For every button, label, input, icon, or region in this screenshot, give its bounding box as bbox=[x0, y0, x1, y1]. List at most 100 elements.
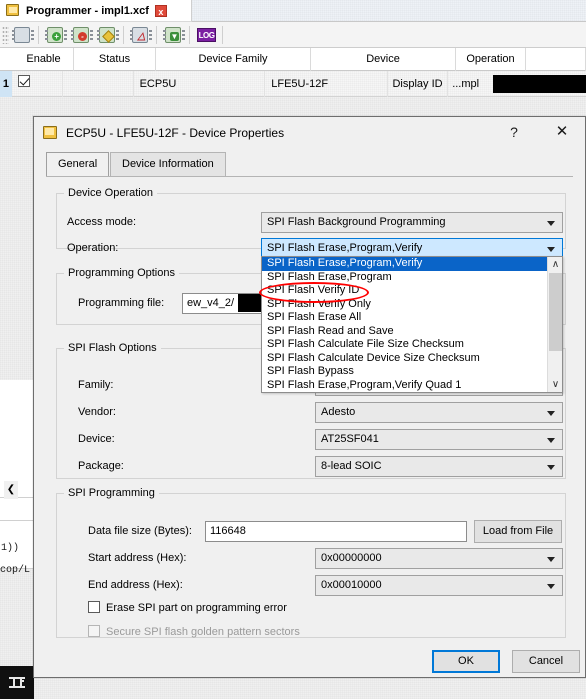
log-icon: LOG bbox=[197, 27, 216, 42]
start-address-combo[interactable]: 0x00000000 bbox=[315, 548, 563, 569]
scroll-up-icon[interactable]: ∧ bbox=[548, 257, 563, 272]
erase-on-error-row[interactable]: Erase SPI part on programming error bbox=[88, 601, 287, 614]
taskbar[interactable] bbox=[0, 666, 34, 699]
toolbar-separator bbox=[38, 25, 39, 44]
programmer-chip-icon bbox=[6, 3, 21, 18]
operation-label: Operation: bbox=[67, 242, 119, 254]
device-table-header: Enable Status Device Family Device Opera… bbox=[0, 47, 586, 71]
chip-download-icon: ▼ bbox=[163, 26, 181, 43]
edit-device-button[interactable] bbox=[95, 24, 119, 46]
dropdown-item-3[interactable]: SPI Flash Verify Only bbox=[262, 298, 562, 312]
toolbar-separator bbox=[123, 25, 124, 44]
col-header-device-family[interactable]: Device Family bbox=[156, 47, 311, 71]
device-properties-chip-icon bbox=[43, 125, 59, 141]
row-device-cell: LFE5U-12F bbox=[265, 70, 389, 97]
cancel-button[interactable]: Cancel bbox=[512, 650, 580, 673]
access-mode-combo[interactable]: SPI Flash Background Programming bbox=[261, 212, 563, 233]
enable-checkbox[interactable] bbox=[17, 74, 30, 87]
help-icon[interactable]: ? bbox=[495, 117, 533, 147]
dropdown-item-2[interactable]: SPI Flash Verify ID bbox=[262, 284, 562, 298]
tab-general[interactable]: General bbox=[46, 152, 110, 177]
chevron-down-icon bbox=[547, 247, 555, 252]
output-log-button[interactable]: LOG bbox=[194, 24, 218, 46]
dialog-titlebar[interactable]: ECP5U - LFE5U-12F - Device Properties ? … bbox=[34, 117, 585, 149]
erase-on-error-checkbox[interactable] bbox=[88, 601, 100, 613]
data-file-size-label: Data file size (Bytes): bbox=[88, 525, 192, 537]
bg-code-line-2: cop/L bbox=[0, 565, 31, 576]
close-icon[interactable]: ✕ bbox=[543, 117, 581, 147]
chip-remove-icon: - bbox=[71, 26, 89, 43]
spi-flash-options-group-label: SPI Flash Options bbox=[64, 342, 161, 354]
dropdown-item-4[interactable]: SPI Flash Erase All bbox=[262, 311, 562, 325]
chevron-down-icon bbox=[547, 557, 555, 562]
end-address-value: 0x00010000 bbox=[321, 579, 382, 591]
row-number: 1 bbox=[0, 70, 12, 97]
dropdown-item-5[interactable]: SPI Flash Read and Save bbox=[262, 325, 562, 339]
bg-source-panel bbox=[0, 498, 33, 568]
programmer-title-text: Programmer - impl1.xcf bbox=[26, 4, 149, 17]
chip-edit-icon bbox=[97, 26, 115, 43]
programmer-toolbar: + - △ ▼ LOG bbox=[0, 22, 586, 48]
erase-on-error-label: Erase SPI part on programming error bbox=[106, 602, 287, 614]
secure-golden-checkbox bbox=[88, 625, 100, 637]
data-file-size-input[interactable]: 116648 bbox=[205, 521, 467, 542]
chevron-down-icon bbox=[547, 221, 555, 226]
ok-button[interactable]: OK bbox=[432, 650, 500, 673]
device-label: Device: bbox=[78, 433, 115, 445]
device-combo[interactable]: AT25SF041 bbox=[315, 429, 563, 450]
load-from-file-button[interactable]: Load from File bbox=[474, 520, 562, 543]
device-properties-dialog: ECP5U - LFE5U-12F - Device Properties ? … bbox=[33, 116, 586, 678]
tabstrip-empty-area bbox=[192, 0, 586, 22]
vendor-combo[interactable]: Adesto bbox=[315, 402, 563, 423]
verify-device-button[interactable]: △ bbox=[128, 24, 152, 46]
dropdown-item-6[interactable]: SPI Flash Calculate File Size Checksum bbox=[262, 338, 562, 352]
toolbar-separator bbox=[156, 25, 157, 44]
row-number-header bbox=[0, 48, 14, 71]
secure-golden-label: Secure SPI flash golden pattern sectors bbox=[106, 626, 300, 638]
screen: Programmer - impl1.xcf x + - △ ▼ LOG Ena… bbox=[0, 0, 586, 699]
row-file-cell: ...mpl bbox=[452, 77, 480, 90]
toolbar-separator bbox=[222, 25, 223, 44]
dialog-tabstrip: General Device Information bbox=[46, 152, 573, 177]
package-combo[interactable]: 8-lead SOIC bbox=[315, 456, 563, 477]
spi-programming-group-label: SPI Programming bbox=[64, 487, 159, 499]
scroll-down-icon[interactable]: ∨ bbox=[548, 377, 563, 392]
chevron-down-icon bbox=[547, 584, 555, 589]
col-header-device[interactable]: Device bbox=[311, 47, 456, 71]
tab-device-information[interactable]: Device Information bbox=[110, 152, 226, 176]
dropdown-item-7[interactable]: SPI Flash Calculate Device Size Checksum bbox=[262, 352, 562, 366]
secure-golden-row: Secure SPI flash golden pattern sectors bbox=[88, 625, 300, 638]
row-status-cell bbox=[63, 70, 134, 97]
chevron-down-icon bbox=[547, 465, 555, 470]
programmer-document-tab[interactable]: Programmer - impl1.xcf x bbox=[0, 0, 192, 22]
toolbar-separator bbox=[189, 25, 190, 44]
toolbar-grip[interactable] bbox=[2, 25, 9, 44]
col-header-enable[interactable]: Enable bbox=[14, 47, 74, 71]
row-enable-cell[interactable] bbox=[12, 70, 64, 97]
vendor-label: Vendor: bbox=[78, 406, 116, 418]
close-icon[interactable]: x bbox=[154, 4, 167, 17]
dropdown-item-9[interactable]: SPI Flash Erase,Program,Verify Quad 1 bbox=[262, 379, 562, 393]
dropdown-item-0[interactable]: SPI Flash Erase,Program,Verify bbox=[262, 257, 562, 271]
col-header-file[interactable] bbox=[526, 47, 586, 71]
scan-device-button[interactable] bbox=[10, 24, 34, 46]
dropdown-scrollbar[interactable]: ∧ ∨ bbox=[547, 257, 562, 392]
scrollbar-thumb[interactable] bbox=[549, 273, 562, 351]
dropdown-item-1[interactable]: SPI Flash Erase,Program bbox=[262, 271, 562, 285]
col-header-operation[interactable]: Operation bbox=[456, 47, 526, 71]
col-header-status[interactable]: Status bbox=[74, 47, 156, 71]
program-device-button[interactable]: ▼ bbox=[161, 24, 185, 46]
dropdown-item-8[interactable]: SPI Flash Bypass bbox=[262, 365, 562, 379]
operation-dropdown-list[interactable]: SPI Flash Erase,Program,Verify SPI Flash… bbox=[261, 256, 563, 393]
data-file-size-value: 116648 bbox=[210, 525, 246, 537]
dialog-title: ECP5U - LFE5U-12F - Device Properties bbox=[66, 126, 285, 140]
add-device-button[interactable]: + bbox=[43, 24, 67, 46]
table-row[interactable]: 1 ECP5U LFE5U-12F Display ID ...mpl bbox=[0, 70, 586, 97]
end-address-label: End address (Hex): bbox=[88, 579, 183, 591]
start-address-value: 0x00000000 bbox=[321, 552, 382, 564]
end-address-combo[interactable]: 0x00010000 bbox=[315, 575, 563, 596]
remove-device-button[interactable]: - bbox=[69, 24, 93, 46]
collapse-panel-button[interactable]: ❮ bbox=[4, 481, 18, 499]
taskbar-app-icon[interactable] bbox=[9, 675, 25, 690]
device-value: AT25SF041 bbox=[321, 433, 379, 445]
